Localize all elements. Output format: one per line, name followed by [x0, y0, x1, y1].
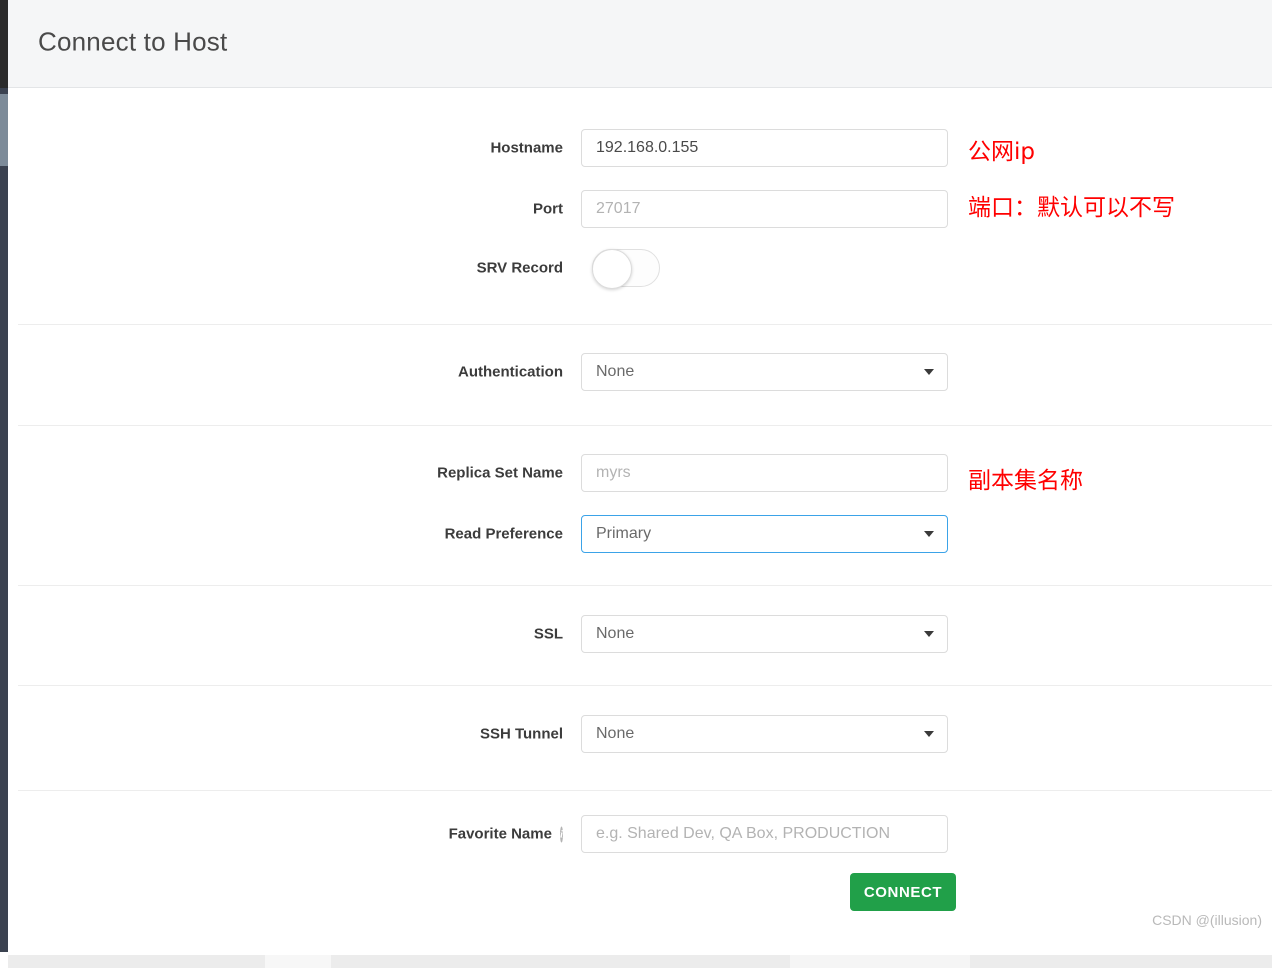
horizontal-scrollbar[interactable]	[0, 952, 1272, 969]
section-divider-2	[18, 425, 1272, 426]
section-divider-5	[18, 790, 1272, 791]
label-hostname: Hostname	[490, 139, 563, 157]
chevron-down-icon	[924, 631, 934, 637]
label-replica-set-name: Replica Set Name	[437, 464, 563, 482]
section-divider-1	[18, 324, 1272, 325]
dialog-header: Connect to Host	[8, 0, 1272, 88]
port-input[interactable]	[581, 190, 948, 228]
srv-record-toggle-knob	[592, 249, 632, 289]
ssl-select-value: None	[596, 625, 635, 642]
section-divider-4	[18, 685, 1272, 686]
horizontal-scrollbar-segment[interactable]	[790, 955, 970, 968]
field-row-ssl: SSL None	[8, 615, 1272, 653]
section-divider-3	[18, 585, 1272, 586]
hostname-input[interactable]	[581, 129, 948, 167]
chevron-down-icon	[924, 731, 934, 737]
field-row-read-preference: Read Preference Primary	[8, 515, 1272, 553]
left-rail-top-segment	[0, 0, 8, 88]
connection-form: Hostname 公网ip Port 端口：默认可以不写 SRV	[8, 89, 1272, 950]
label-favorite-name: Favorite Name i	[448, 825, 563, 843]
field-row-favorite-name: Favorite Name i	[8, 815, 1272, 853]
annotation-port: 端口：默认可以不写	[968, 195, 1175, 221]
page-title: Connect to Host	[38, 26, 228, 57]
label-read-preference: Read Preference	[444, 525, 563, 543]
info-icon[interactable]: i	[559, 826, 563, 842]
ssl-select[interactable]: None	[581, 615, 948, 653]
horizontal-scrollbar-track[interactable]	[8, 955, 1272, 968]
label-ssl: SSL	[533, 625, 563, 643]
field-row-authentication: Authentication None	[8, 353, 1272, 391]
read-preference-select-value: Primary	[596, 525, 652, 542]
authentication-select[interactable]: None	[581, 353, 948, 391]
connect-button[interactable]: CONNECT	[850, 873, 956, 911]
annotation-hostname: 公网ip	[968, 139, 1035, 165]
field-row-hostname: Hostname	[8, 129, 1272, 167]
srv-record-toggle[interactable]	[592, 249, 660, 289]
authentication-select-value: None	[596, 363, 635, 380]
label-srv-record: SRV Record	[476, 259, 563, 277]
field-row-srv-record: SRV Record	[8, 249, 1272, 289]
ssh-tunnel-select[interactable]: None	[581, 715, 948, 753]
left-rail-active-segment[interactable]	[0, 94, 8, 166]
horizontal-scrollbar-thumb[interactable]	[265, 955, 331, 968]
csdn-watermark: CSDN @(illusion)	[1152, 912, 1262, 928]
label-port: Port	[533, 200, 563, 218]
field-row-ssh-tunnel: SSH Tunnel None	[8, 715, 1272, 753]
annotation-replica-set-name: 副本集名称	[968, 468, 1083, 494]
ssh-tunnel-select-value: None	[596, 725, 635, 742]
label-authentication: Authentication	[458, 363, 563, 381]
label-ssh-tunnel: SSH Tunnel	[479, 725, 563, 743]
chevron-down-icon	[924, 531, 934, 537]
read-preference-select[interactable]: Primary	[581, 515, 948, 553]
favorite-name-input[interactable]	[581, 815, 948, 853]
connect-to-host-dialog: Connect to Host Hostname 公网ip Port	[0, 0, 1272, 969]
chevron-down-icon	[924, 369, 934, 375]
replica-set-name-input[interactable]	[581, 454, 948, 492]
